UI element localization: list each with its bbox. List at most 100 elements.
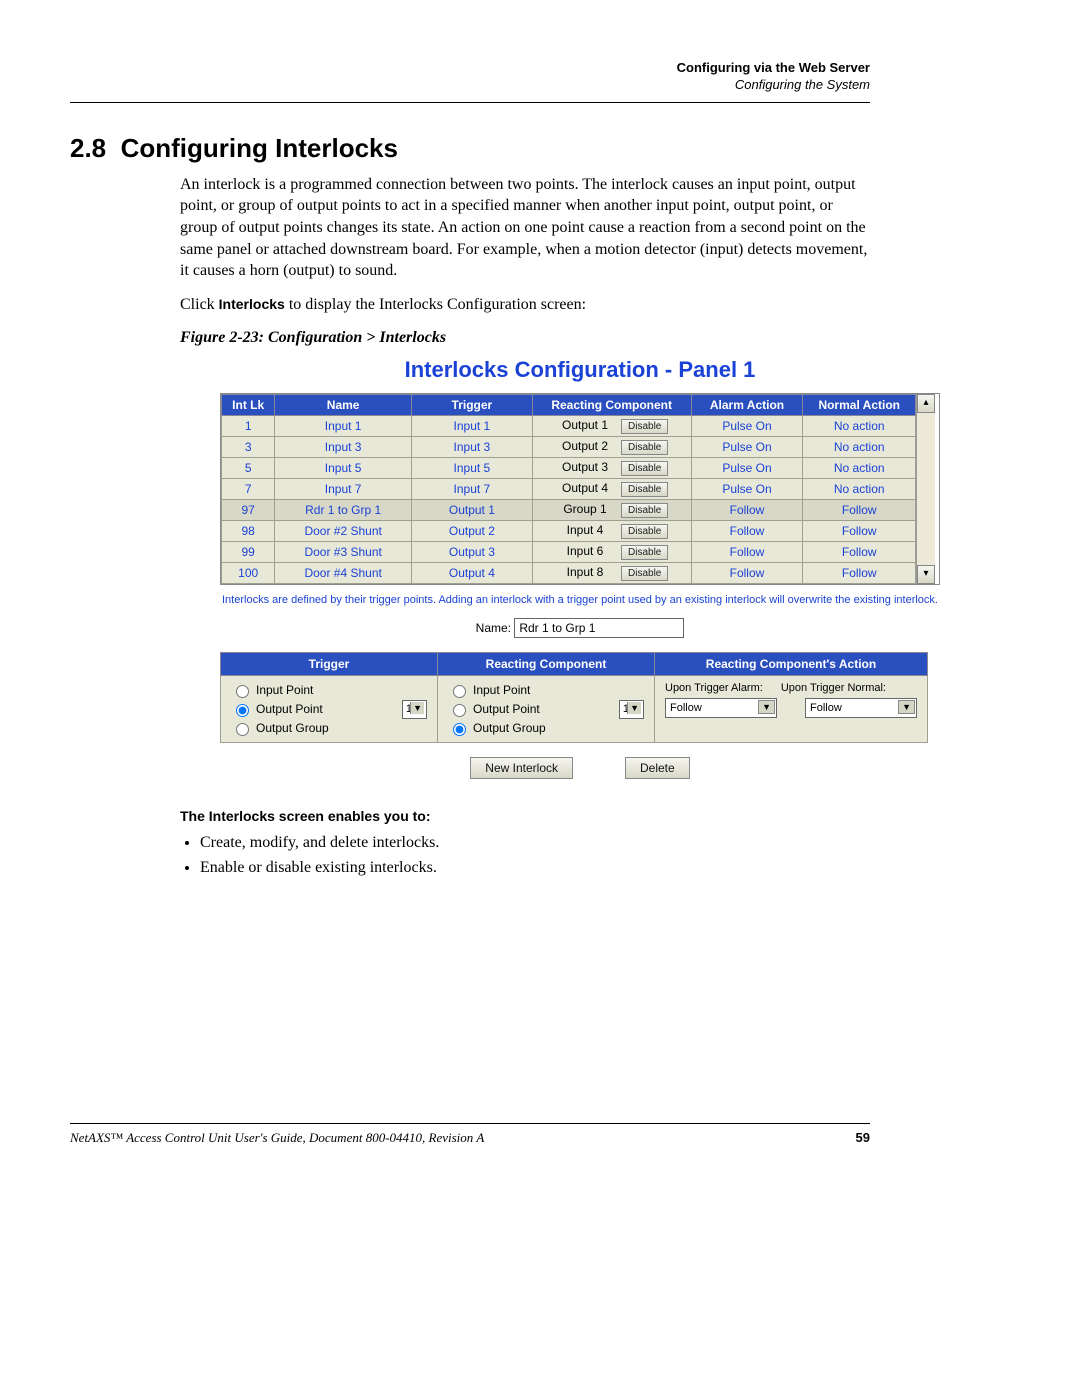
cell-id[interactable]: 5 [222,458,275,479]
sub-heading: The Interlocks screen enables you to: [180,807,870,826]
cell-trigger[interactable]: Output 1 [411,500,532,521]
reacting-number-select[interactable]: 1 [619,700,644,719]
cell-name[interactable]: Input 3 [275,437,412,458]
cell-trigger[interactable]: Output 2 [411,521,532,542]
bullet-item: Create, modify, and delete interlocks. [200,832,870,854]
delete-button[interactable]: Delete [625,757,690,779]
figure-caption: Figure 2-23: Configuration > Interlocks [180,329,870,347]
cell-id[interactable]: 99 [222,542,275,563]
footer-page-number: 59 [856,1130,870,1146]
cell-normal[interactable]: No action [803,479,916,500]
table-row[interactable]: 1Input 1Input 1Output 1DisablePulse OnNo… [222,416,916,437]
cell-name[interactable]: Door #3 Shunt [275,542,412,563]
top-rule [70,102,870,103]
cell-reacting: Group 1Disable [532,500,691,521]
footer-doc: NetAXS™ Access Control Unit User's Guide… [70,1130,484,1146]
scroll-down-icon[interactable]: ▾ [917,565,935,584]
disable-button[interactable]: Disable [621,545,668,560]
disable-button[interactable]: Disable [621,440,668,455]
cell-reacting: Input 6Disable [532,542,691,563]
edit-reacting-cell: Input Point Output Point Output Group 1 [438,675,655,742]
paragraph-2: Click Interlocks to display the Interloc… [180,294,870,316]
cell-trigger[interactable]: Output 3 [411,542,532,563]
disable-button[interactable]: Disable [621,503,668,518]
cell-id[interactable]: 7 [222,479,275,500]
disable-button[interactable]: Disable [621,566,668,581]
disable-button[interactable]: Disable [621,482,668,497]
cell-alarm[interactable]: Follow [691,563,803,584]
cell-reacting: Output 2Disable [532,437,691,458]
cell-alarm[interactable]: Pulse On [691,416,803,437]
new-interlock-button[interactable]: New Interlock [470,757,573,779]
th-normal: Normal Action [803,395,916,416]
trigger-radio-output-point[interactable]: Output Point [231,701,329,717]
th-edit-reacting: Reacting Component [438,652,655,675]
disable-button[interactable]: Disable [621,461,668,476]
table-row[interactable]: 100Door #4 ShuntOutput 4Input 8DisableFo… [222,563,916,584]
cell-normal[interactable]: No action [803,458,916,479]
interlock-table-wrap: Int Lk Name Trigger Reacting Component A… [220,393,940,585]
cell-normal[interactable]: Follow [803,500,916,521]
table-row[interactable]: 3Input 3Input 3Output 2DisablePulse OnNo… [222,437,916,458]
cell-name[interactable]: Input 5 [275,458,412,479]
table-row[interactable]: 5Input 5Input 5Output 3DisablePulse OnNo… [222,458,916,479]
cell-trigger[interactable]: Input 5 [411,458,532,479]
label-upon-alarm: Upon Trigger Alarm: [665,682,763,694]
cell-trigger[interactable]: Output 4 [411,563,532,584]
reacting-radio-input-point[interactable]: Input Point [448,682,546,698]
cell-reacting: Input 4Disable [532,521,691,542]
trigger-radio-input-point[interactable]: Input Point [231,682,329,698]
cell-alarm[interactable]: Follow [691,500,803,521]
cell-normal[interactable]: Follow [803,542,916,563]
cell-alarm[interactable]: Pulse On [691,479,803,500]
cell-name[interactable]: Door #2 Shunt [275,521,412,542]
cell-normal[interactable]: Follow [803,563,916,584]
cell-name[interactable]: Input 7 [275,479,412,500]
table-row[interactable]: 97Rdr 1 to Grp 1Output 1Group 1DisableFo… [222,500,916,521]
edit-trigger-cell: Input Point Output Point Output Group 1 [221,675,438,742]
cell-alarm[interactable]: Follow [691,542,803,563]
disable-button[interactable]: Disable [621,419,668,434]
cell-normal[interactable]: No action [803,437,916,458]
cell-reacting: Output 4Disable [532,479,691,500]
cell-id[interactable]: 3 [222,437,275,458]
cell-id[interactable]: 100 [222,563,275,584]
page-header: Configuring via the Web Server Configuri… [70,60,870,94]
reacting-radio-output-point[interactable]: Output Point [448,701,546,717]
table-header-row: Int Lk Name Trigger Reacting Component A… [222,395,916,416]
section-title-text: Configuring Interlocks [121,133,398,163]
cell-id[interactable]: 1 [222,416,275,437]
table-scrollbar[interactable]: ▴ ▾ [916,394,935,584]
cell-reacting: Output 1Disable [532,416,691,437]
cell-normal[interactable]: No action [803,416,916,437]
reacting-radio-group[interactable]: Input Point Output Point Output Group [448,682,546,736]
scroll-up-icon[interactable]: ▴ [917,394,935,413]
cell-id[interactable]: 98 [222,521,275,542]
reacting-radio-output-group[interactable]: Output Group [448,720,546,736]
cell-reacting: Input 8Disable [532,563,691,584]
alarm-action-select[interactable]: Follow [665,698,777,718]
table-row[interactable]: 99Door #3 ShuntOutput 3Input 6DisableFol… [222,542,916,563]
disable-button[interactable]: Disable [621,524,668,539]
paragraph-1: An interlock is a programmed connection … [180,174,870,282]
cell-name[interactable]: Door #4 Shunt [275,563,412,584]
cell-alarm[interactable]: Pulse On [691,458,803,479]
table-row[interactable]: 98Door #2 ShuntOutput 2Input 4DisableFol… [222,521,916,542]
trigger-radio-output-group[interactable]: Output Group [231,720,329,736]
cell-trigger[interactable]: Input 3 [411,437,532,458]
cell-trigger[interactable]: Input 1 [411,416,532,437]
name-input[interactable] [514,618,684,638]
post-figure-text: The Interlocks screen enables you to: Cr… [180,807,870,879]
page-footer: NetAXS™ Access Control Unit User's Guide… [70,1130,870,1146]
trigger-radio-group[interactable]: Input Point Output Point Output Group [231,682,329,736]
trigger-number-select[interactable]: 1 [402,700,427,719]
cell-trigger[interactable]: Input 7 [411,479,532,500]
cell-name[interactable]: Rdr 1 to Grp 1 [275,500,412,521]
cell-name[interactable]: Input 1 [275,416,412,437]
normal-action-select[interactable]: Follow [805,698,917,718]
cell-normal[interactable]: Follow [803,521,916,542]
cell-id[interactable]: 97 [222,500,275,521]
cell-alarm[interactable]: Pulse On [691,437,803,458]
cell-alarm[interactable]: Follow [691,521,803,542]
table-row[interactable]: 7Input 7Input 7Output 4DisablePulse OnNo… [222,479,916,500]
